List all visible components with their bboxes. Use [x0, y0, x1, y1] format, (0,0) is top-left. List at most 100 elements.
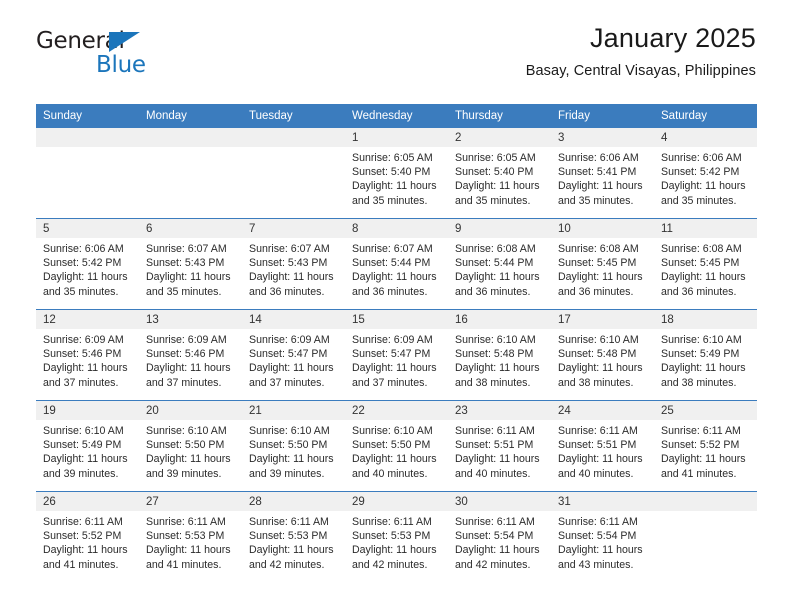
sunset-text: Sunset: 5:53 PM [146, 530, 225, 543]
calendar-day-cell[interactable]: 26 Sunrise: 6:11 AM Sunset: 5:52 PM Dayligh… [36, 491, 139, 582]
day-details: Sunrise: 6:10 AM Sunset: 5:50 PM Daylight:… [345, 420, 448, 481]
weekday-header-row: Sunday Monday Tuesday Wednesday Thursday Frid… [36, 104, 757, 128]
day-number: 26 [36, 492, 139, 511]
day-number: 19 [36, 401, 139, 420]
calendar-day-cell[interactable]: 10 Sunrise: 6:08 AM Sunset: 5:45 PM Dayligh… [551, 218, 654, 310]
daylight-text: and 37 minutes. [249, 376, 325, 389]
day-details: Sunrise: 6:11 AM Sunset: 5:51 PM Daylight:… [551, 420, 654, 481]
calendar-day-cell[interactable]: 8 Sunrise: 6:07 AM Sunset: 5:44 PM Daylight… [345, 218, 448, 310]
sunset-text: Sunset: 5:47 PM [249, 348, 328, 361]
calendar-day-cell[interactable]: 27 Sunrise: 6:11 AM Sunset: 5:53 PM Dayligh… [139, 491, 242, 582]
calendar-day-cell[interactable]: 25 Sunrise: 6:11 AM Sunset: 5:52 PM Dayligh… [654, 400, 757, 492]
calendar-week-row: 1 Sunrise: 6:05 AM Sunset: 5:40 PM Daylight… [36, 128, 757, 219]
calendar-day-cell[interactable]: 21 Sunrise: 6:10 AM Sunset: 5:50 PM Dayligh… [242, 400, 345, 492]
calendar-week-row: 12 Sunrise: 6:09 AM Sunset: 5:46 PM Dayligh… [36, 309, 757, 401]
sunset-text: Sunset: 5:51 PM [558, 439, 637, 452]
sunrise-text: Sunrise: 6:09 AM [352, 334, 433, 346]
day-number [139, 128, 242, 147]
calendar-day-cell[interactable]: 3 Sunrise: 6:06 AM Sunset: 5:41 PM Daylight… [551, 128, 654, 219]
calendar-day-cell[interactable]: 18 Sunrise: 6:10 AM Sunset: 5:49 PM Dayligh… [654, 309, 757, 401]
calendar-day-cell[interactable]: 11 Sunrise: 6:08 AM Sunset: 5:45 PM Dayligh… [654, 218, 757, 310]
day-details [139, 147, 242, 151]
calendar-day-cell[interactable]: 9 Sunrise: 6:08 AM Sunset: 5:44 PM Daylight… [448, 218, 551, 310]
sunrise-text: Sunrise: 6:05 AM [455, 152, 536, 164]
sunset-text: Sunset: 5:42 PM [661, 166, 740, 179]
calendar-day-cell[interactable]: 31 Sunrise: 6:11 AM Sunset: 5:54 PM Dayligh… [551, 491, 654, 582]
calendar-day-cell[interactable]: 17 Sunrise: 6:10 AM Sunset: 5:48 PM Dayligh… [551, 309, 654, 401]
calendar-day-cell[interactable]: 24 Sunrise: 6:11 AM Sunset: 5:51 PM Dayligh… [551, 400, 654, 492]
day-number: 22 [345, 401, 448, 420]
day-number: 15 [345, 310, 448, 329]
daylight-text: and 42 minutes. [352, 558, 428, 571]
daylight-text: Daylight: 11 hours [146, 544, 231, 557]
calendar-day-cell[interactable]: 30 Sunrise: 6:11 AM Sunset: 5:54 PM Dayligh… [448, 491, 551, 582]
sunrise-text: Sunrise: 6:07 AM [249, 243, 330, 255]
calendar-day-cell[interactable]: 20 Sunrise: 6:10 AM Sunset: 5:50 PM Dayligh… [139, 400, 242, 492]
sunset-text: Sunset: 5:43 PM [249, 257, 328, 270]
daylight-text: and 35 minutes. [352, 194, 428, 207]
calendar-day-cell[interactable]: 23 Sunrise: 6:11 AM Sunset: 5:51 PM Dayligh… [448, 400, 551, 492]
sunrise-text: Sunrise: 6:08 AM [455, 243, 536, 255]
daylight-text: Daylight: 11 hours [455, 544, 540, 557]
day-number: 14 [242, 310, 345, 329]
calendar-day-cell[interactable]: 29 Sunrise: 6:11 AM Sunset: 5:53 PM Dayligh… [345, 491, 448, 582]
day-number: 17 [551, 310, 654, 329]
calendar-day-cell[interactable]: 13 Sunrise: 6:09 AM Sunset: 5:46 PM Dayligh… [139, 309, 242, 401]
day-details: Sunrise: 6:05 AM Sunset: 5:40 PM Daylight:… [345, 147, 448, 208]
calendar-day-cell[interactable]: 15 Sunrise: 6:09 AM Sunset: 5:47 PM Dayligh… [345, 309, 448, 401]
calendar-day-cell[interactable]: 1 Sunrise: 6:05 AM Sunset: 5:40 PM Daylight… [345, 128, 448, 219]
calendar-day-cell[interactable]: 5 Sunrise: 6:06 AM Sunset: 5:42 PM Daylight… [36, 218, 139, 310]
sunrise-text: Sunrise: 6:10 AM [352, 425, 433, 437]
sunset-text: Sunset: 5:50 PM [352, 439, 431, 452]
day-details: Sunrise: 6:10 AM Sunset: 5:50 PM Daylight:… [139, 420, 242, 481]
calendar-day-cell[interactable]: 2 Sunrise: 6:05 AM Sunset: 5:40 PM Daylight… [448, 128, 551, 219]
weekday-header-friday: Friday [551, 104, 654, 128]
day-details: Sunrise: 6:09 AM Sunset: 5:47 PM Daylight:… [242, 329, 345, 390]
daylight-text: Daylight: 11 hours [146, 453, 231, 466]
sunset-text: Sunset: 5:45 PM [558, 257, 637, 270]
sunset-text: Sunset: 5:53 PM [352, 530, 431, 543]
day-number: 1 [345, 128, 448, 147]
sunset-text: Sunset: 5:52 PM [661, 439, 740, 452]
day-details: Sunrise: 6:10 AM Sunset: 5:50 PM Daylight:… [242, 420, 345, 481]
calendar-day-cell[interactable]: 16 Sunrise: 6:10 AM Sunset: 5:48 PM Dayligh… [448, 309, 551, 401]
day-number: 2 [448, 128, 551, 147]
logo-triangle-icon [109, 32, 140, 52]
daylight-text: Daylight: 11 hours [249, 453, 334, 466]
sunset-text: Sunset: 5:46 PM [146, 348, 225, 361]
calendar-day-cell[interactable]: 28 Sunrise: 6:11 AM Sunset: 5:53 PM Dayligh… [242, 491, 345, 582]
day-details [242, 147, 345, 151]
day-number: 18 [654, 310, 757, 329]
calendar-day-cell[interactable]: 22 Sunrise: 6:10 AM Sunset: 5:50 PM Dayligh… [345, 400, 448, 492]
calendar-day-cell[interactable]: 4 Sunrise: 6:06 AM Sunset: 5:42 PM Daylight… [654, 128, 757, 219]
day-details: Sunrise: 6:11 AM Sunset: 5:54 PM Daylight:… [551, 511, 654, 572]
calendar-day-cell[interactable]: 12 Sunrise: 6:09 AM Sunset: 5:46 PM Dayligh… [36, 309, 139, 401]
sunrise-text: Sunrise: 6:11 AM [558, 516, 638, 528]
calendar-day-cell[interactable]: 7 Sunrise: 6:07 AM Sunset: 5:43 PM Daylight… [242, 218, 345, 310]
daylight-text: and 36 minutes. [249, 285, 325, 298]
day-details: Sunrise: 6:08 AM Sunset: 5:44 PM Daylight:… [448, 238, 551, 299]
sunset-text: Sunset: 5:45 PM [661, 257, 740, 270]
day-number [654, 492, 757, 511]
day-details: Sunrise: 6:10 AM Sunset: 5:48 PM Daylight:… [448, 329, 551, 390]
calendar-day-cell[interactable]: 6 Sunrise: 6:07 AM Sunset: 5:43 PM Daylight… [139, 218, 242, 310]
day-number: 31 [551, 492, 654, 511]
daylight-text: and 36 minutes. [661, 285, 737, 298]
daylight-text: Daylight: 11 hours [352, 453, 437, 466]
page-header: General Blue January 2025 Basay, Central… [0, 0, 792, 78]
weekday-header-tuesday: Tuesday [242, 104, 345, 128]
sunrise-text: Sunrise: 6:06 AM [661, 152, 742, 164]
day-details: Sunrise: 6:09 AM Sunset: 5:46 PM Daylight:… [139, 329, 242, 390]
day-number: 6 [139, 219, 242, 238]
daylight-text: and 43 minutes. [558, 558, 634, 571]
day-number: 21 [242, 401, 345, 420]
calendar-day-cell[interactable]: 19 Sunrise: 6:10 AM Sunset: 5:49 PM Dayligh… [36, 400, 139, 492]
sunrise-text: Sunrise: 6:09 AM [249, 334, 330, 346]
daylight-text: and 42 minutes. [455, 558, 531, 571]
daylight-text: Daylight: 11 hours [352, 544, 437, 557]
daylight-text: Daylight: 11 hours [249, 544, 334, 557]
calendar-day-cell[interactable]: 14 Sunrise: 6:09 AM Sunset: 5:47 PM Dayligh… [242, 309, 345, 401]
daylight-text: Daylight: 11 hours [558, 544, 643, 557]
day-details: Sunrise: 6:07 AM Sunset: 5:43 PM Daylight:… [242, 238, 345, 299]
day-details: Sunrise: 6:09 AM Sunset: 5:47 PM Daylight:… [345, 329, 448, 390]
